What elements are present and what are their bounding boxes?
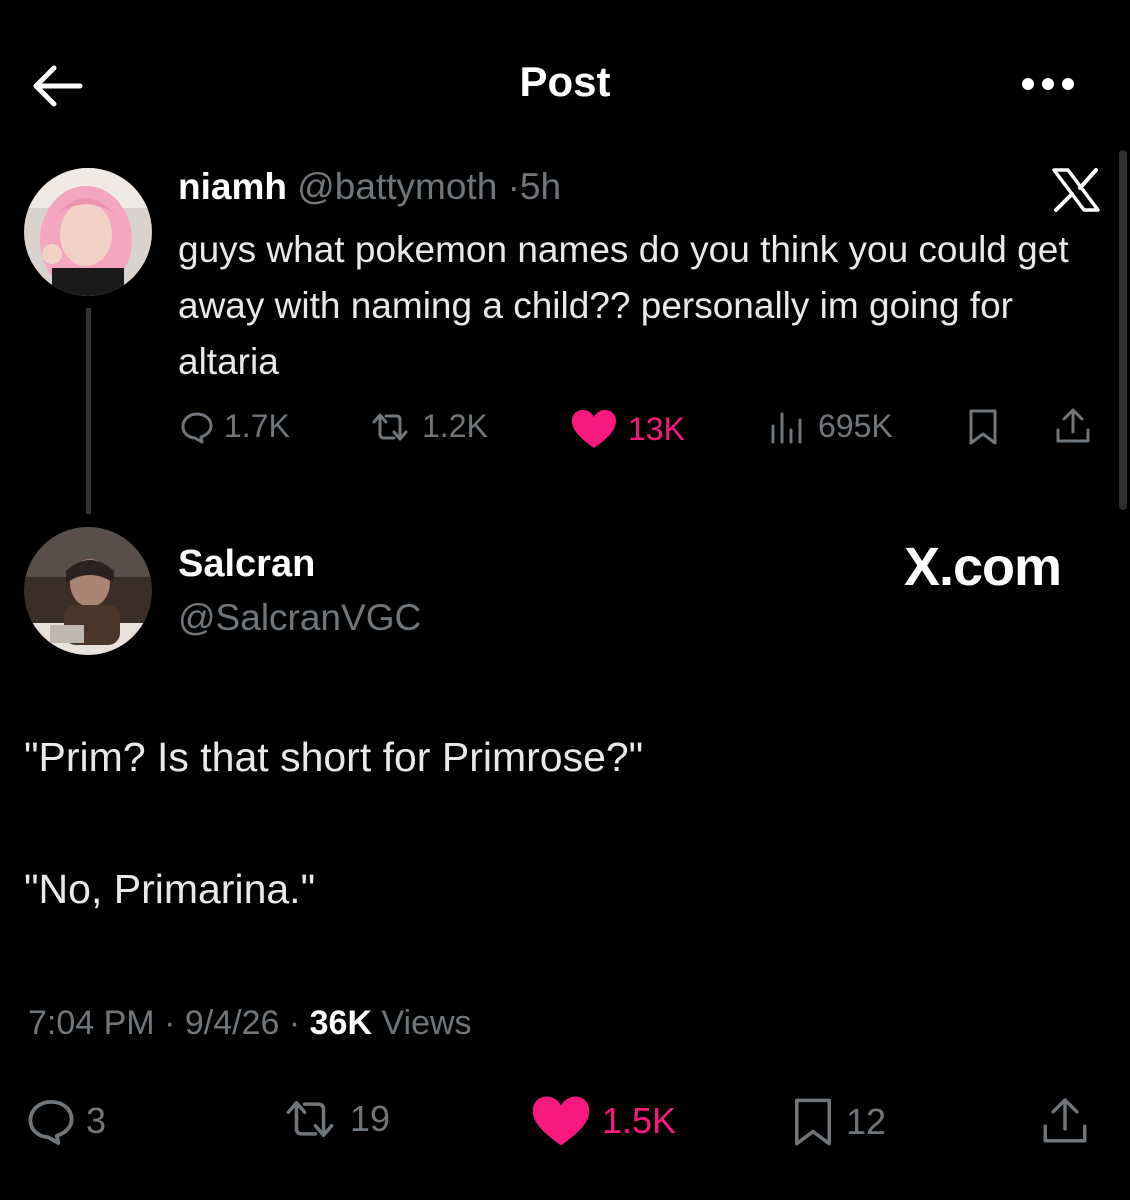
- main-author-name[interactable]: Salcran: [178, 543, 315, 586]
- views-chart-icon: [771, 412, 802, 443]
- heart-icon: [532, 1096, 590, 1146]
- like-button[interactable]: 13K: [570, 408, 685, 450]
- bookmark-icon: [795, 1098, 831, 1146]
- bookmark-count: 12: [846, 1101, 887, 1142]
- views-label: Views: [381, 1004, 472, 1042]
- timestamp[interactable]: 5h: [520, 166, 561, 207]
- repost-count: 19: [350, 1098, 391, 1139]
- avatar-niamh[interactable]: [24, 168, 152, 296]
- reply-button[interactable]: 1.7K: [180, 408, 290, 445]
- author-name[interactable]: niamh: [178, 166, 287, 207]
- repost-button[interactable]: 1.2K: [368, 408, 488, 445]
- repost-count: 1.2K: [422, 408, 488, 444]
- repost-button[interactable]: 19: [280, 1096, 390, 1142]
- site-label: X.com: [904, 537, 1062, 597]
- main-post-text-line-1: "Prim? Is that short for Primrose?": [24, 734, 644, 780]
- more-horizontal-icon: [1022, 78, 1074, 90]
- bookmark-button[interactable]: [966, 408, 1000, 446]
- views-count: 695K: [818, 408, 893, 444]
- post-date[interactable]: 9/4/26: [185, 1004, 280, 1042]
- heart-icon: [572, 410, 616, 448]
- more-options-button[interactable]: [1012, 64, 1084, 104]
- main-author-handle[interactable]: @SalcranVGC: [178, 597, 421, 639]
- repost-icon: [372, 413, 408, 440]
- page-title: Post: [519, 58, 611, 105]
- like-count: 13K: [628, 410, 685, 447]
- thread-connector: [86, 308, 91, 514]
- bookmark-icon: [969, 409, 997, 445]
- quoted-author-line: niamh @battymoth ·5h: [178, 166, 561, 208]
- separator: ·: [507, 166, 520, 207]
- like-count: 1.5K: [602, 1100, 677, 1141]
- share-icon: [1056, 408, 1090, 443]
- avatar-salcran[interactable]: [24, 527, 152, 655]
- reply-icon: [181, 412, 213, 443]
- reply-count: 3: [86, 1100, 107, 1141]
- share-button[interactable]: [1040, 1094, 1090, 1148]
- post-time[interactable]: 7:04 PM: [28, 1004, 155, 1042]
- author-handle[interactable]: @battymoth: [297, 166, 497, 207]
- share-button[interactable]: [1054, 406, 1092, 446]
- quoted-post-text: guys what pokemon names do you think you…: [178, 229, 1069, 382]
- repost-icon: [286, 1101, 334, 1137]
- reply-button[interactable]: 3: [26, 1096, 106, 1146]
- post-metadata: 7:04 PM · 9/4/26 · 36K Views: [28, 1004, 472, 1043]
- main-post-text-line-2: "No, Primarina.": [24, 866, 316, 912]
- x-logo-icon: [1050, 166, 1102, 214]
- reply-icon: [28, 1099, 74, 1145]
- views-count: 36K: [309, 1004, 372, 1042]
- like-button[interactable]: 1.5K: [530, 1094, 676, 1148]
- views-button[interactable]: 695K: [768, 408, 893, 445]
- avatar-image: [24, 527, 152, 655]
- separator: ·: [288, 1004, 301, 1042]
- separator: ·: [164, 1004, 176, 1042]
- reply-count: 1.7K: [224, 408, 290, 444]
- share-icon: [1043, 1098, 1087, 1143]
- avatar-image: [24, 168, 152, 296]
- bookmark-button[interactable]: 12: [790, 1096, 886, 1148]
- scrollbar[interactable]: [1119, 150, 1127, 510]
